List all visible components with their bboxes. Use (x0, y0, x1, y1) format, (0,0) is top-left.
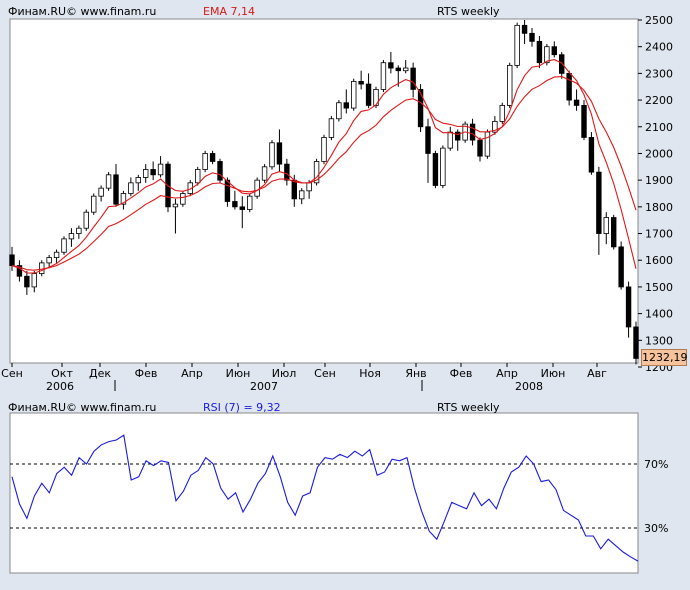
candle (566, 70, 572, 106)
x-tick-label: Дек (89, 367, 111, 380)
rsi-indicator-label: RSI (7) = 9,32 (203, 401, 281, 414)
y-tick-label: 1300 (645, 334, 673, 347)
x-tick-label: Июл (272, 367, 297, 380)
x-tick-label: Ноя (359, 367, 381, 380)
year-label: 2006 (46, 380, 74, 393)
source-label: Финам.RU© www.finam.ru (8, 5, 157, 18)
x-tick-label: Окт (51, 367, 73, 380)
x-tick-label: Апр (181, 367, 203, 380)
candle (91, 193, 97, 215)
y-tick-label: 1900 (645, 174, 673, 187)
candle (105, 172, 112, 191)
candle (380, 60, 387, 93)
candle (269, 140, 275, 170)
y-tick-label: 2000 (645, 147, 673, 160)
candle (440, 145, 446, 189)
candle (581, 100, 587, 141)
candle (39, 260, 45, 277)
candle (499, 102, 505, 125)
rsi-source-label: Финам.RU© www.finam.ru (8, 401, 157, 414)
ema-indicator-label: EMA 7,14 (203, 5, 255, 18)
x-tick-label: Сен (1, 367, 23, 380)
price-plot-area (9, 18, 639, 364)
y-tick-label: 2300 (645, 67, 673, 80)
y-tick-label: 1500 (645, 281, 673, 294)
candle (328, 116, 335, 141)
y-tick-label: 2100 (645, 121, 673, 134)
candle (611, 214, 617, 250)
candle (484, 129, 491, 159)
rsi-chart-title: RTS weekly (437, 401, 500, 414)
rsi-30-label: 30% (644, 522, 668, 535)
y-tick-label: 1600 (645, 254, 673, 267)
x-tick-label: Фев (135, 367, 158, 380)
y-tick-label: 2500 (645, 14, 673, 27)
candle (351, 78, 357, 111)
y-tick-label: 2400 (645, 41, 673, 54)
candle (247, 193, 253, 213)
x-tick-label: Июн (541, 367, 566, 380)
y-tick-label: 1800 (645, 201, 673, 214)
x-tick-label: Сен (314, 367, 336, 380)
candle (313, 158, 320, 186)
y-tick-label: 1700 (645, 228, 673, 241)
x-tick-label: Авг (587, 367, 607, 380)
candle (202, 150, 208, 173)
x-tick-label: Апр (496, 367, 518, 380)
candle (432, 150, 439, 189)
y-tick-label: 1400 (645, 308, 673, 321)
candle (588, 132, 595, 175)
time-axis: Сен Окт Дек Фев Апр Июн Июл Сен Ноя Янв Фев Апр Июн А… (1, 363, 607, 393)
candle (633, 321, 639, 365)
candle (180, 190, 186, 207)
x-tick-label: Июн (226, 367, 251, 380)
candle (61, 236, 67, 255)
chart-canvas: 2500 2400 2300 2200 2100 2000 1900 1800 1700 1600… (1, 14, 673, 574)
rsi-70-label: 70% (644, 458, 668, 471)
year-label: 2007 (250, 380, 278, 393)
y-tick-label: 2200 (645, 94, 673, 107)
candle (83, 209, 89, 231)
chart-title: RTS weekly (437, 5, 500, 18)
price-axis: 2500 2400 2300 2200 2100 2000 1900 1800 1700 1600… (638, 14, 673, 374)
candle (321, 134, 327, 165)
candle (336, 100, 342, 122)
candle (618, 241, 624, 290)
rsi-plot-area (9, 412, 639, 574)
year-label: 2008 (515, 380, 543, 393)
last-price-label: 1232,19 (641, 349, 688, 366)
candle (507, 62, 513, 109)
candle (254, 177, 260, 199)
candle (261, 164, 268, 183)
x-tick-label: Фев (450, 367, 473, 380)
x-tick-label: Янв (405, 367, 426, 380)
candle (217, 158, 223, 183)
candle (514, 22, 520, 69)
